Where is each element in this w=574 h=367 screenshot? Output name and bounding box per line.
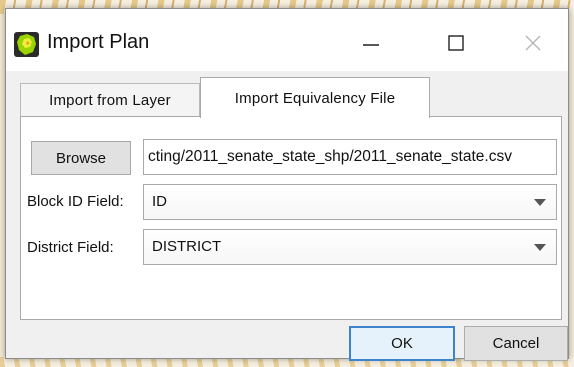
title-bar[interactable]: Import Plan xyxy=(6,9,568,71)
maximize-button[interactable] xyxy=(433,23,479,63)
maximize-icon xyxy=(448,35,464,51)
import-plan-dialog: Import Plan Import from Layer Import Equ… xyxy=(5,8,569,361)
qgis-plugin-icon xyxy=(14,32,39,57)
minimize-icon xyxy=(363,44,379,46)
block-id-field-value: ID xyxy=(152,193,167,210)
file-path-input[interactable]: cting/2011_senate_state_shp/2011_senate_… xyxy=(143,139,557,175)
block-id-field-select[interactable]: ID xyxy=(143,184,557,220)
chevron-down-icon xyxy=(534,199,546,206)
close-icon xyxy=(525,35,541,51)
tab-import-from-layer[interactable]: Import from Layer xyxy=(20,83,200,116)
tab-import-equivalency-file-label: Import Equivalency File xyxy=(234,89,396,107)
tab-import-equivalency-file[interactable]: Import Equivalency File xyxy=(200,77,430,118)
browse-button[interactable]: Browse xyxy=(31,141,131,175)
block-id-field-label: Block ID Field: xyxy=(27,193,124,210)
ok-button[interactable]: OK xyxy=(349,326,455,361)
district-field-select[interactable]: DISTRICT xyxy=(143,229,557,265)
equivalency-file-panel: Browse cting/2011_senate_state_shp/2011_… xyxy=(20,116,562,320)
tab-import-from-layer-label: Import from Layer xyxy=(49,91,171,109)
minimize-button[interactable] xyxy=(348,23,394,63)
cancel-button[interactable]: Cancel xyxy=(464,326,568,361)
close-button[interactable] xyxy=(510,23,556,63)
district-field-value: DISTRICT xyxy=(152,238,222,255)
window-title: Import Plan xyxy=(47,31,150,53)
chevron-down-icon xyxy=(534,244,546,251)
district-field-label: District Field: xyxy=(27,239,114,256)
